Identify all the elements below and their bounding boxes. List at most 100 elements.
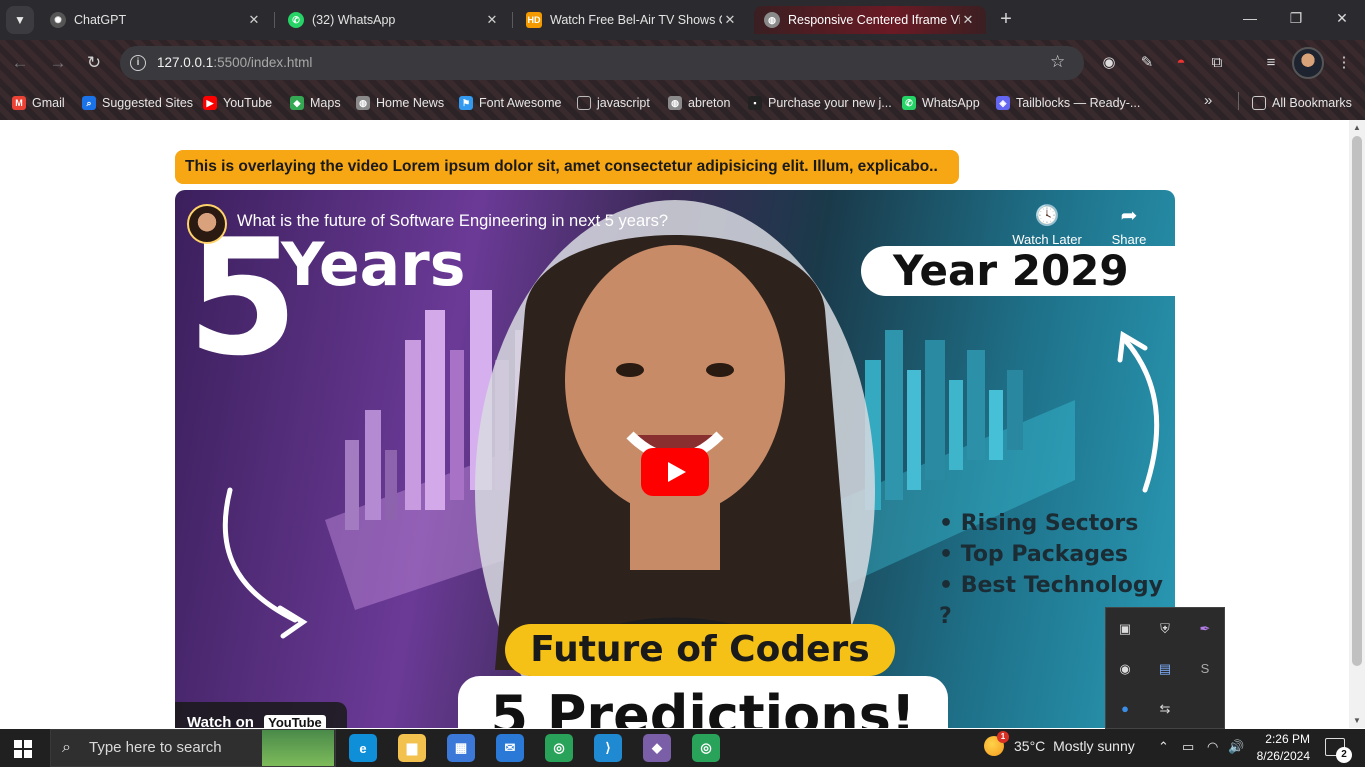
- usb-icon[interactable]: ⇆: [1156, 700, 1174, 718]
- weather-badge: 1: [997, 731, 1009, 743]
- chrome-profile-icon[interactable]: ◎: [692, 734, 720, 762]
- profile-avatar[interactable]: [1292, 47, 1324, 79]
- clock-date: 8/26/2024: [1256, 749, 1310, 763]
- bookmark-label: Suggested Sites: [102, 96, 194, 110]
- tab-title: ChatGPT: [74, 13, 127, 27]
- git-icon[interactable]: ◆: [643, 734, 671, 762]
- meet-now-icon[interactable]: ▣: [1116, 620, 1134, 638]
- close-icon[interactable]: ✕: [246, 12, 262, 28]
- weather-sun-icon: 1: [984, 731, 1009, 756]
- taskbar-clock[interactable]: 2:26 PM 8/26/2024: [1252, 731, 1310, 765]
- edge-icon[interactable]: e: [349, 734, 377, 762]
- forward-button[interactable]: →: [46, 52, 70, 74]
- chrome-icon[interactable]: ◎: [545, 734, 573, 762]
- media-control-icon[interactable]: ≡: [1260, 52, 1282, 74]
- bullet-item: Top Packages: [939, 539, 1175, 570]
- bookmark-item[interactable]: ▶ YouTube: [203, 93, 272, 113]
- bookmark-label: javascript: [597, 96, 650, 110]
- skype-icon[interactable]: S: [1196, 660, 1214, 678]
- bookmark-star-icon[interactable]: ☆: [1050, 52, 1065, 72]
- watch-later-button[interactable]: 🕓 Watch Later: [1007, 204, 1087, 247]
- close-icon[interactable]: ✕: [722, 12, 738, 28]
- back-button[interactable]: ←: [8, 52, 32, 74]
- bookmark-label: Tailblocks — Ready-...: [1016, 96, 1141, 110]
- pokeball-extension-icon[interactable]: ◓: [1170, 52, 1192, 74]
- restore-button[interactable]: ❐: [1286, 10, 1306, 27]
- bookmark-item[interactable]: ▪ Purchase your new j...: [748, 93, 892, 113]
- minimize-button[interactable]: —: [1240, 10, 1260, 26]
- play-button[interactable]: [641, 448, 709, 496]
- new-tab-button[interactable]: +: [994, 8, 1018, 32]
- site-info-icon[interactable]: i: [130, 55, 146, 71]
- bookmark-item[interactable]: ◍ abreton: [668, 93, 730, 113]
- gmail-icon: M: [12, 96, 26, 110]
- bookmark-label: Gmail: [32, 96, 65, 110]
- mail-icon[interactable]: ✉: [496, 734, 524, 762]
- tab-chatgpt[interactable]: ✺ ChatGPT ✕: [40, 6, 272, 34]
- bookmark-label: Font Awesome: [479, 96, 562, 110]
- close-icon[interactable]: ✕: [960, 12, 976, 28]
- feather-icon[interactable]: ✒: [1196, 620, 1214, 638]
- channel-avatar[interactable]: [187, 204, 227, 244]
- bookmark-item[interactable]: ✆ WhatsApp: [902, 93, 980, 113]
- bookmark-item[interactable]: javascript: [577, 93, 650, 113]
- extensions-puzzle-icon[interactable]: ⧉: [1206, 52, 1228, 74]
- tab-iframe-active[interactable]: ◍ Responsive Centered Iframe Vi ✕: [754, 6, 986, 34]
- page-scrollbar[interactable]: ▲ ▼: [1349, 120, 1365, 728]
- bookmark-item[interactable]: ◆ Maps: [290, 93, 341, 113]
- wifi-icon[interactable]: ◠: [1207, 739, 1218, 755]
- video-title[interactable]: What is the future of Software Engineeri…: [237, 212, 668, 231]
- security-shield-icon[interactable]: ⛨: [1156, 620, 1174, 638]
- tab-title: (32) WhatsApp: [312, 13, 396, 27]
- show-hidden-icons-chevron-icon[interactable]: ⌃: [1158, 739, 1169, 755]
- bookmark-item[interactable]: ◍ Home News: [356, 93, 444, 113]
- weather-temp: 35°C: [1014, 738, 1046, 754]
- record-icon[interactable]: ◉: [1116, 660, 1134, 678]
- bookmark-item[interactable]: ⚑ Font Awesome: [459, 93, 561, 113]
- tab-belair[interactable]: HD Watch Free Bel-Air TV Shows O ✕: [516, 6, 748, 34]
- chevron-down-icon: ▼: [14, 13, 26, 27]
- scroll-down-arrow-icon[interactable]: ▼: [1352, 716, 1362, 725]
- thumbnail-predictions: 5 Predictions!: [458, 676, 948, 728]
- scroll-thumb[interactable]: [1352, 136, 1362, 666]
- bookmark-label: Purchase your new j...: [768, 96, 892, 110]
- close-icon[interactable]: ✕: [484, 12, 500, 28]
- chatgpt-icon: ✺: [50, 12, 66, 28]
- all-bookmarks[interactable]: All Bookmarks: [1252, 93, 1352, 113]
- battery-icon[interactable]: ▭: [1182, 739, 1194, 755]
- file-explorer-icon[interactable]: ▆: [398, 734, 426, 762]
- flag-icon: ⚑: [459, 96, 473, 110]
- app-circle-icon[interactable]: ●: [1116, 700, 1134, 718]
- share-button[interactable]: ➦ Share: [1089, 204, 1169, 247]
- bookmark-item[interactable]: M Gmail: [12, 93, 65, 113]
- site-icon: ▪: [748, 96, 762, 110]
- thumbnail-year-2029: Year 2029: [861, 246, 1175, 296]
- bookmark-item[interactable]: ◈ Tailblocks — Ready-...: [996, 93, 1140, 113]
- whatsapp-icon: ✆: [288, 12, 304, 28]
- windows-start-icon[interactable]: [14, 740, 32, 758]
- menu-kebab-icon[interactable]: ⋮: [1333, 52, 1355, 74]
- bookmark-label: YouTube: [223, 96, 273, 110]
- display-icon[interactable]: ▤: [1156, 660, 1174, 678]
- youtube-iframe[interactable]: 5 Years Year 2029 Rising Sectors Top Pac…: [175, 190, 1175, 728]
- bookmarks-overflow-icon[interactable]: »: [1204, 92, 1212, 109]
- watch-on-youtube-button[interactable]: Watch on YouTube: [175, 702, 347, 728]
- window-close-button[interactable]: ✕: [1332, 10, 1352, 27]
- notifications-icon[interactable]: 2: [1325, 738, 1352, 763]
- reload-button[interactable]: ↻: [82, 52, 106, 74]
- youtube-logo-icon: YouTube: [264, 715, 326, 728]
- extension-colorpick-icon[interactable]: ✎: [1136, 52, 1158, 74]
- weather-widget[interactable]: 1 35°C Mostly sunny: [984, 731, 1135, 756]
- scroll-up-arrow-icon[interactable]: ▲: [1352, 123, 1362, 132]
- microsoft-store-icon[interactable]: ▦: [447, 734, 475, 762]
- bookmark-label: WhatsApp: [922, 96, 980, 110]
- tab-search-button[interactable]: ▼: [6, 6, 34, 34]
- vscode-icon[interactable]: ⟩: [594, 734, 622, 762]
- tab-whatsapp[interactable]: ✆ (32) WhatsApp ✕: [278, 6, 510, 34]
- bookmark-item[interactable]: ⌕ Suggested Sites: [82, 93, 193, 113]
- address-url[interactable]: 127.0.0.1:5500/index.html: [157, 55, 312, 70]
- all-bookmarks-label: All Bookmarks: [1272, 96, 1352, 110]
- lens-icon[interactable]: ◉: [1098, 52, 1120, 74]
- volume-icon[interactable]: 🔊: [1228, 739, 1244, 755]
- hd-icon: HD: [526, 12, 542, 28]
